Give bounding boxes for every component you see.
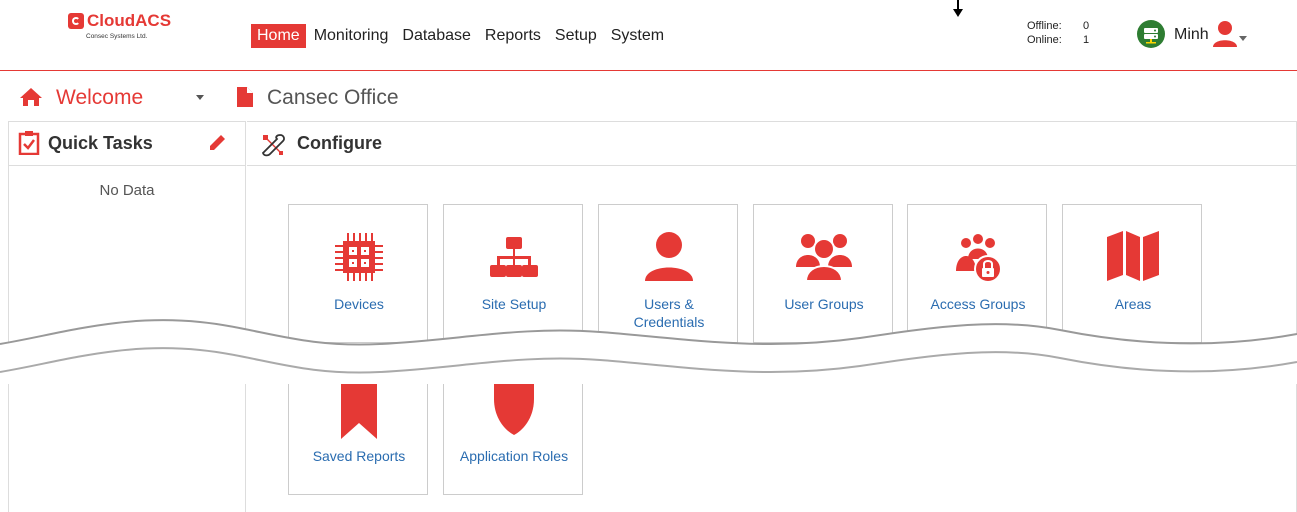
shield-icon xyxy=(494,379,534,435)
map-icon xyxy=(1107,231,1159,281)
logo-mark-icon xyxy=(68,13,84,29)
offline-count: 0 xyxy=(1083,20,1090,32)
tile-label: Application Roles xyxy=(459,448,569,464)
breadcrumb-dropdown-chevron-icon[interactable] xyxy=(196,95,204,100)
nav-database[interactable]: Database xyxy=(396,24,477,48)
server-status-icon[interactable] xyxy=(1137,20,1165,48)
nav-monitoring[interactable]: Monitoring xyxy=(308,24,395,48)
configure-title: Configure xyxy=(297,133,382,153)
quick-tasks-title: Quick Tasks xyxy=(48,133,153,153)
brand-name: CloudACS xyxy=(87,11,172,30)
quick-tasks-panel xyxy=(8,121,246,512)
quick-tasks-empty: No Data xyxy=(99,182,155,199)
user-account-icon[interactable] xyxy=(1212,20,1238,48)
online-count: 1 xyxy=(1083,34,1090,46)
chip-icon xyxy=(335,233,383,281)
configure-header xyxy=(247,122,1297,166)
users-icon xyxy=(796,234,852,282)
nav-setup[interactable]: Setup xyxy=(549,24,603,48)
main-nav: Home Monitoring Database Reports Setup S… xyxy=(251,24,672,48)
tools-icon xyxy=(261,134,285,157)
breadcrumb-office: Cansec Office xyxy=(267,86,399,109)
cursor-arrow-icon xyxy=(953,0,963,17)
connection-status: Offline: 0 Online: 1 xyxy=(1027,19,1089,47)
torn-edge-separator xyxy=(0,319,1297,384)
tile-label: Areas xyxy=(1114,296,1152,312)
nav-reports[interactable]: Reports xyxy=(479,24,547,48)
tile-label: Access Groups xyxy=(930,296,1026,312)
tile-label: User Groups xyxy=(784,296,864,312)
bookmark-icon xyxy=(341,379,377,439)
document-icon xyxy=(237,87,253,107)
access-groups-icon xyxy=(956,234,1002,283)
breadcrumb-welcome[interactable]: Welcome xyxy=(56,86,143,110)
sitemap-icon xyxy=(490,237,538,277)
tile-label: Saved Reports xyxy=(312,448,406,464)
user-menu-chevron-icon[interactable] xyxy=(1239,36,1247,41)
online-label: Online: xyxy=(1027,34,1062,46)
offline-label: Offline: xyxy=(1027,20,1062,32)
home-icon[interactable] xyxy=(20,87,42,107)
tile-label: Site Setup xyxy=(481,296,547,312)
nav-system[interactable]: System xyxy=(605,24,670,48)
username[interactable]: Minh xyxy=(1174,26,1209,44)
nav-home[interactable]: Home xyxy=(251,24,306,48)
clipboard-check-icon xyxy=(18,131,40,155)
pencil-icon[interactable] xyxy=(208,134,226,152)
brand-subtitle: Consec Systems Ltd. xyxy=(86,33,148,40)
cloudacs-logo[interactable]: CloudACS Consec Systems Ltd. xyxy=(68,11,188,51)
tile-label: Devices xyxy=(334,296,384,312)
user-icon xyxy=(645,232,693,281)
